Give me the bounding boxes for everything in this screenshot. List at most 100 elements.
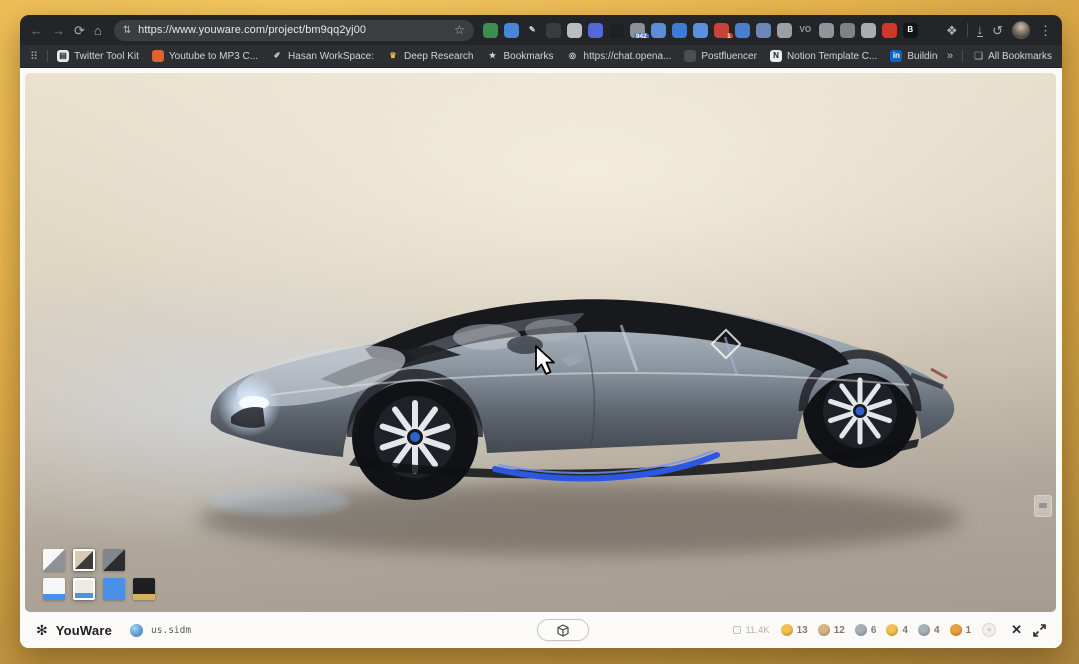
bookmark-favicon: ♛	[387, 50, 399, 62]
bookmark-item[interactable]: ★ Bookmarks	[487, 50, 554, 62]
history-icon[interactable]: ↺	[992, 24, 1003, 37]
scene-swatch[interactable]	[43, 578, 65, 600]
extension-icon[interactable]: ✎	[525, 23, 540, 38]
mouse-cursor	[534, 345, 556, 375]
viewer-canvas[interactable]	[25, 73, 1056, 612]
fullscreen-icon[interactable]	[1033, 624, 1046, 637]
bookmarks-divider	[47, 50, 48, 62]
url-text[interactable]: https://www.youware.com/project/bm9qq2yj…	[138, 24, 447, 36]
reaction-emoji	[886, 624, 898, 636]
bookmark-favicon: ▤	[57, 50, 69, 62]
bookmarks-list: ▤ Twitter Tool Kit Youtube to MP3 C... ✐…	[57, 50, 938, 62]
extension-icon[interactable]	[882, 23, 897, 38]
extension-icon[interactable]	[567, 23, 582, 38]
canvas-side-button[interactable]	[1034, 495, 1052, 517]
extension-icon[interactable]	[546, 23, 561, 38]
close-icon[interactable]: ✕	[1011, 622, 1022, 638]
url-bar[interactable]: ⇅ https://www.youware.com/project/bm9qq2…	[114, 20, 474, 41]
bookmark-favicon	[152, 50, 164, 62]
bookmark-item[interactable]: Youtube to MP3 C...	[152, 50, 258, 62]
views-icon	[733, 626, 741, 634]
extension-icon[interactable]: 1	[714, 23, 729, 38]
toolbar-divider	[967, 23, 968, 37]
bookmarks-overflow-icon[interactable]: »	[947, 50, 953, 62]
reaction-chip[interactable]: 4	[886, 624, 908, 636]
extension-icon[interactable]	[651, 23, 666, 38]
extension-icon[interactable]	[777, 23, 792, 38]
site-settings-icon[interactable]: ⇅	[123, 25, 131, 36]
extension-icon[interactable]	[840, 23, 855, 38]
viewer-footer: ✻ YouWare us.sidm 11.4K	[20, 612, 1062, 648]
bookmark-item[interactable]: N Notion Template C...	[770, 50, 877, 62]
page-content: ✻ YouWare us.sidm 11.4K	[20, 68, 1062, 648]
footer-actions: 11.4K 13 12 6	[733, 622, 1046, 638]
extension-icon[interactable]: 942	[630, 23, 645, 38]
cube-icon	[557, 624, 569, 637]
views-counter: 11.4K	[733, 625, 769, 636]
extension-icon[interactable]	[861, 23, 876, 38]
reaction-emoji	[918, 624, 930, 636]
all-bookmarks-button[interactable]: ❏ All Bookmarks	[974, 51, 1052, 62]
car-3d-model[interactable]	[25, 73, 1056, 612]
locale-globe-icon[interactable]	[130, 624, 143, 637]
reaction-chip[interactable]: 13	[781, 624, 808, 636]
scene-swatch[interactable]	[133, 578, 155, 600]
material-swatch[interactable]	[103, 549, 125, 571]
scene-swatch[interactable]	[103, 578, 125, 600]
reaction-chip[interactable]: 12	[818, 624, 845, 636]
reactions-list: 13 12 6 4	[781, 624, 972, 636]
bookmark-favicon: ★	[487, 50, 499, 62]
extension-badge: 1	[725, 33, 733, 38]
extension-icon[interactable]	[819, 23, 834, 38]
extension-icon[interactable]	[483, 23, 498, 38]
add-reaction-button[interactable]: +	[982, 623, 996, 637]
material-swatch[interactable]	[73, 549, 95, 571]
reaction-chip[interactable]: 1	[950, 624, 972, 636]
scene-swatches	[43, 578, 155, 600]
youware-logo-icon[interactable]: ✻	[36, 622, 48, 639]
extension-icon[interactable]: VO	[798, 23, 813, 38]
brand-name[interactable]: YouWare	[56, 623, 112, 638]
apps-grid-icon[interactable]: ⠿	[30, 50, 38, 63]
extension-icon[interactable]	[672, 23, 687, 38]
forward-icon[interactable]: →	[52, 24, 65, 37]
menu-kebab-icon[interactable]: ⋮	[1039, 24, 1052, 37]
footer-brand-group: ✻ YouWare us.sidm	[36, 622, 191, 639]
material-swatch[interactable]	[43, 549, 65, 571]
home-icon[interactable]: ⌂	[94, 24, 102, 37]
reaction-emoji	[818, 624, 830, 636]
bookmarks-bar: ⠿ ▤ Twitter Tool Kit Youtube to MP3 C...…	[20, 45, 1062, 68]
locale-label[interactable]: us.sidm	[151, 625, 191, 636]
extension-icon[interactable]	[609, 23, 624, 38]
browser-toolbar: ← → ⟳ ⌂ ⇅ https://www.youware.com/projec…	[20, 15, 1062, 45]
downloads-icon[interactable]: ↓	[977, 23, 984, 37]
reaction-emoji	[781, 624, 793, 636]
extension-icon[interactable]	[756, 23, 771, 38]
reaction-chip[interactable]: 6	[855, 624, 877, 636]
bookmark-item[interactable]: ◎ https://chat.opena...	[567, 50, 672, 62]
back-icon[interactable]: ←	[30, 24, 43, 37]
bookmark-favicon: in	[890, 50, 902, 62]
profile-avatar[interactable]	[1012, 21, 1030, 39]
bookmark-item[interactable]: ▤ Twitter Tool Kit	[57, 50, 139, 62]
extensions-puzzle-icon[interactable]: ❖	[946, 24, 958, 37]
bookmark-favicon: ✐	[271, 50, 283, 62]
desktop-background: ← → ⟳ ⌂ ⇅ https://www.youware.com/projec…	[0, 0, 1079, 664]
extension-icon[interactable]	[588, 23, 603, 38]
bookmark-item[interactable]: ✐ Hasan WorkSpace:	[271, 50, 374, 62]
reaction-chip[interactable]: 4	[918, 624, 940, 636]
scene-swatch[interactable]	[73, 578, 95, 600]
bookmark-star-icon[interactable]: ☆	[454, 23, 465, 37]
bookmark-item[interactable]: Postfluencer	[684, 50, 757, 62]
extension-icon[interactable]	[693, 23, 708, 38]
bookmark-favicon: N	[770, 50, 782, 62]
extension-icon[interactable]: B	[903, 23, 918, 38]
extension-icon[interactable]	[504, 23, 519, 38]
extension-icon[interactable]	[735, 23, 750, 38]
bookmark-item[interactable]: in Building in Public...	[890, 50, 938, 62]
folder-icon: ❏	[974, 51, 983, 62]
bookmark-item[interactable]: ♛ Deep Research	[387, 50, 473, 62]
bookmark-favicon	[684, 50, 696, 62]
model-pill-button[interactable]	[537, 619, 589, 641]
reload-icon[interactable]: ⟳	[74, 24, 85, 37]
